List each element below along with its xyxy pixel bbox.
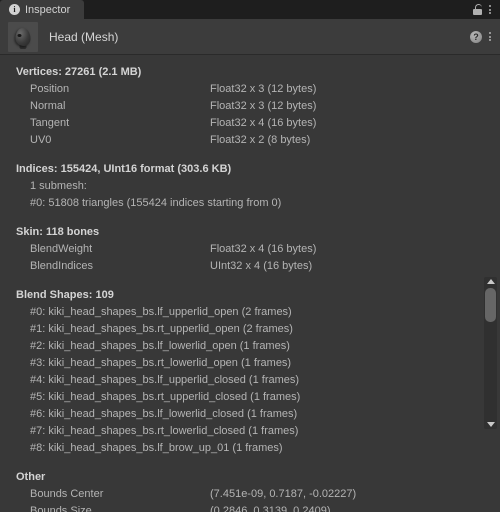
info-row: #6: kiki_head_shapes_bs.lf_lowerlid_clos… xyxy=(0,406,500,423)
info-row-label: UV0 xyxy=(30,134,52,146)
info-row: Bounds Center (7.451e-09, 0.7187, -0.0222… xyxy=(0,486,500,503)
info-row-value: (7.451e-09, 0.7187, -0.02227) xyxy=(210,488,357,500)
info-row-label: #2: kiki_head_shapes_bs.lf_lowerlid_open… xyxy=(30,340,290,352)
info-row-value: Float32 x 4 (16 bytes) xyxy=(210,117,317,129)
section-title: Other xyxy=(16,471,46,483)
scroll-thumb[interactable] xyxy=(485,288,496,322)
info-row-label: Bounds Center xyxy=(30,488,104,500)
mesh-info-panel: Vertices: 27261 (2.1 MB) Position Float32 … xyxy=(0,55,500,512)
info-row: #0: kiki_head_shapes_bs.lf_upperlid_open… xyxy=(0,304,500,321)
mesh-info-section: Blend Shapes: 109 #0: kiki_head_shapes_bs… xyxy=(0,287,500,457)
info-row-label: Normal xyxy=(30,100,66,112)
mesh-preview-thumbnail[interactable] xyxy=(8,21,38,52)
object-header-controls: ? xyxy=(470,30,493,43)
info-row: #5: kiki_head_shapes_bs.rt_upperlid_clos… xyxy=(0,389,500,406)
info-row-label: Position xyxy=(30,83,70,95)
section-title: Vertices: 27261 (2.1 MB) xyxy=(16,66,142,78)
tab-bar: i Inspector xyxy=(0,0,500,19)
object-header: Head (Mesh) ? xyxy=(0,19,500,55)
info-row-label: #6: kiki_head_shapes_bs.lf_lowerlid_clos… xyxy=(30,408,298,420)
scroll-up-arrow[interactable] xyxy=(486,279,495,284)
lock-icon[interactable] xyxy=(473,4,482,15)
info-row: BlendWeight Float32 x 4 (16 bytes) xyxy=(0,241,500,258)
info-row: Normal Float32 x 3 (12 bytes) xyxy=(0,98,500,115)
info-row: #3: kiki_head_shapes_bs.rt_lowerlid_open… xyxy=(0,355,500,372)
info-row-value: UInt32 x 4 (16 bytes) xyxy=(210,260,313,272)
info-icon: i xyxy=(9,4,20,15)
section-title: Blend Shapes: 109 xyxy=(16,289,114,301)
tab-kebab-menu-icon[interactable] xyxy=(489,4,493,16)
help-icon[interactable]: ? xyxy=(470,30,482,43)
mesh-info-section: Other Bounds Center (7.451e-09, 0.7187, -0… xyxy=(0,469,500,512)
info-row: Bounds Size (0.2846, 0.3139, 0.2409) xyxy=(0,503,500,512)
info-row-label: #4: kiki_head_shapes_bs.lf_upperlid_clos… xyxy=(30,374,300,386)
object-title: Head (Mesh) xyxy=(49,29,119,44)
info-row: UV0 Float32 x 2 (8 bytes) xyxy=(0,132,500,149)
sections-container: Vertices: 27261 (2.1 MB) Position Float32 … xyxy=(0,64,500,512)
mesh-info-section: Indices: 155424, UInt16 format (303.6 KB… xyxy=(0,161,500,212)
section-title: Skin: 118 bones xyxy=(16,226,100,238)
info-row-label: #0: kiki_head_shapes_bs.lf_upperlid_open… xyxy=(30,306,292,318)
info-row-label: #3: kiki_head_shapes_bs.rt_lowerlid_open… xyxy=(30,357,292,369)
info-row-label: #8: kiki_head_shapes_bs.lf_brow_up_01 (1… xyxy=(30,442,283,454)
info-row-label: #7: kiki_head_shapes_bs.rt_lowerlid_clos… xyxy=(30,425,299,437)
info-row-label: #0: 51808 triangles (155424 indices star… xyxy=(30,197,282,209)
object-kebab-menu-icon[interactable] xyxy=(489,31,493,43)
info-row-label: 1 submesh: xyxy=(30,180,87,192)
info-row-value: Float32 x 3 (12 bytes) xyxy=(210,100,317,112)
section-title: Indices: 155424, UInt16 format (303.6 KB… xyxy=(16,163,232,175)
info-row: BlendIndices UInt32 x 4 (16 bytes) xyxy=(0,258,500,275)
tab-inspector-label: Inspector xyxy=(25,3,71,16)
info-row-value: Float32 x 4 (16 bytes) xyxy=(210,243,317,255)
info-row-label: BlendWeight xyxy=(30,243,93,255)
vertical-scrollbar[interactable] xyxy=(484,277,497,429)
mesh-info-section: Vertices: 27261 (2.1 MB) Position Float32 … xyxy=(0,64,500,149)
info-row: #0: 51808 triangles (155424 indices star… xyxy=(0,195,500,212)
info-row: Tangent Float32 x 4 (16 bytes) xyxy=(0,115,500,132)
info-row-label: Bounds Size xyxy=(30,505,92,512)
info-row: #7: kiki_head_shapes_bs.rt_lowerlid_clos… xyxy=(0,423,500,440)
mesh-info-section: Skin: 118 bones BlendWeight Float32 x 4 (1… xyxy=(0,224,500,275)
info-row-value: Float32 x 3 (12 bytes) xyxy=(210,83,317,95)
scroll-down-arrow[interactable] xyxy=(486,422,495,427)
tab-inspector[interactable]: i Inspector xyxy=(0,0,85,19)
info-row-label: BlendIndices xyxy=(30,260,93,272)
info-row: #4: kiki_head_shapes_bs.lf_upperlid_clos… xyxy=(0,372,500,389)
info-row-label: Tangent xyxy=(30,117,70,129)
info-row-value: (0.2846, 0.3139, 0.2409) xyxy=(210,505,331,512)
inspector-window: i Inspector Head (Mesh) ? Vertices: 2726… xyxy=(0,0,500,512)
info-row: 1 submesh: xyxy=(0,178,500,195)
info-row: #1: kiki_head_shapes_bs.rt_upperlid_open… xyxy=(0,321,500,338)
info-row: #8: kiki_head_shapes_bs.lf_brow_up_01 (1… xyxy=(0,440,500,457)
tab-bar-controls xyxy=(473,0,500,19)
info-row: #2: kiki_head_shapes_bs.lf_lowerlid_open… xyxy=(0,338,500,355)
info-row: Position Float32 x 3 (12 bytes) xyxy=(0,81,500,98)
info-row-label: #1: kiki_head_shapes_bs.rt_upperlid_open… xyxy=(30,323,293,335)
info-row-value: Float32 x 2 (8 bytes) xyxy=(210,134,311,146)
info-row-label: #5: kiki_head_shapes_bs.rt_upperlid_clos… xyxy=(30,391,301,403)
